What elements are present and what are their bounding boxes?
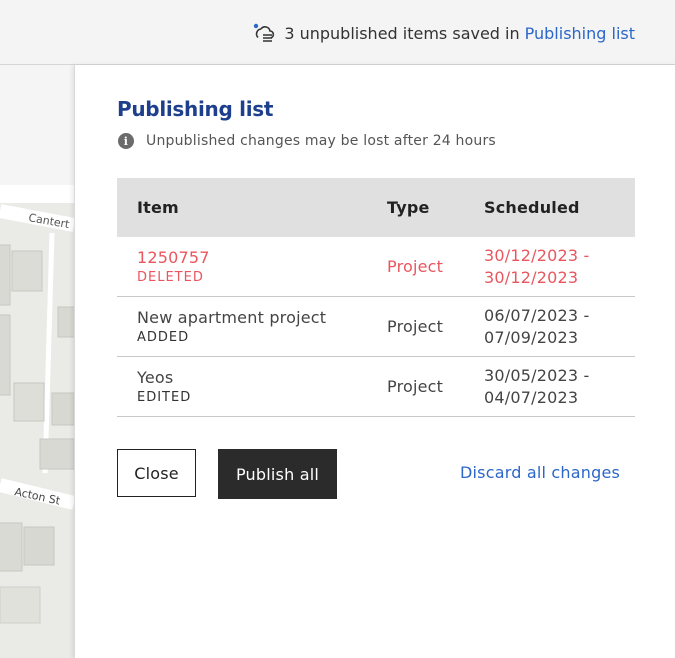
- table-row[interactable]: 1250757 DELETED Project 30/12/2023 - 30/…: [117, 237, 635, 297]
- scheduled-end: 30/12/2023: [484, 267, 579, 287]
- left-panel: [0, 65, 74, 185]
- publishing-table: Item Type Scheduled 1250757 DELETED Proj…: [117, 178, 635, 417]
- column-header-scheduled: Scheduled: [484, 178, 635, 237]
- item-cell: New apartment project ADDED: [117, 296, 387, 357]
- unpublished-status: 3 unpublished items saved in Publishing …: [252, 22, 635, 44]
- item-name: New apartment project: [137, 307, 327, 327]
- table-header-row: Item Type Scheduled: [117, 178, 635, 237]
- scheduled-end: 07/09/2023: [484, 327, 579, 347]
- table-row[interactable]: New apartment project ADDED Project 06/0…: [117, 296, 635, 357]
- map-view[interactable]: Cantert Acton St: [0, 203, 74, 658]
- scheduled-start: 30/05/2023 -: [484, 365, 590, 385]
- scheduled-cell: 30/12/2023 - 30/12/2023: [484, 237, 635, 297]
- discard-all-changes-link[interactable]: Discard all changes: [460, 463, 620, 482]
- top-bar: 3 unpublished items saved in Publishing …: [0, 0, 675, 65]
- notice: i Unpublished changes may be lost after …: [118, 133, 496, 149]
- table-row[interactable]: Yeos EDITED Project 30/05/2023 - 04/07/2…: [117, 356, 635, 417]
- item-status: EDITED: [137, 389, 192, 405]
- publish-all-button[interactable]: Publish all: [218, 449, 337, 499]
- item-cell: 1250757 DELETED: [117, 237, 387, 297]
- notice-text: Unpublished changes may be lost after 24…: [146, 133, 496, 149]
- item-status: DELETED: [137, 269, 204, 285]
- scheduled-cell: 30/05/2023 - 04/07/2023: [484, 356, 635, 417]
- scheduled-cell: 06/07/2023 - 07/09/2023: [484, 296, 635, 357]
- column-header-item: Item: [117, 178, 387, 237]
- unpublished-status-text: 3 unpublished items saved in: [284, 23, 520, 43]
- type-cell: Project: [387, 296, 484, 357]
- info-icon: i: [118, 133, 134, 149]
- type-cell: Project: [387, 237, 484, 297]
- close-button[interactable]: Close: [117, 449, 196, 497]
- item-name: 1250757: [137, 247, 210, 267]
- item-status: ADDED: [137, 329, 190, 345]
- cloud-list-icon: [254, 23, 275, 42]
- drawer-title: Publishing list: [117, 97, 274, 121]
- scheduled-start: 06/07/2023 -: [484, 305, 590, 325]
- scheduled-end: 04/07/2023: [484, 387, 579, 407]
- left-spacer: [0, 185, 74, 203]
- column-header-type: Type: [387, 178, 484, 237]
- publishing-list-drawer: Publishing list i Unpublished changes ma…: [74, 65, 675, 658]
- publishing-list-link[interactable]: Publishing list: [525, 24, 635, 43]
- map-tiles: Cantert Acton St: [0, 203, 74, 658]
- item-cell: Yeos EDITED: [117, 356, 387, 417]
- scheduled-start: 30/12/2023 -: [484, 245, 590, 265]
- item-name: Yeos: [137, 367, 174, 387]
- type-cell: Project: [387, 356, 484, 417]
